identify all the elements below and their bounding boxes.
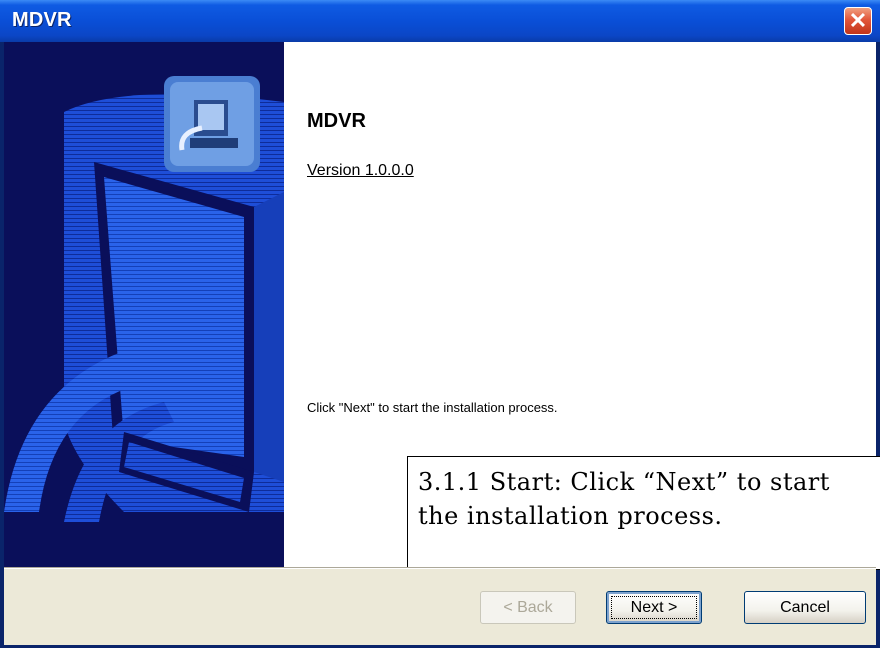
back-button-label: < Back xyxy=(503,599,553,616)
welcome-content: MDVR Version 1.0.0.0 Click "Next" to sta… xyxy=(284,42,880,570)
back-button[interactable]: < Back xyxy=(480,591,576,624)
instruction-text: Click "Next" to start the installation p… xyxy=(307,400,558,415)
title-bar[interactable]: MDVR ✕ xyxy=(0,0,880,42)
close-button[interactable]: ✕ xyxy=(844,7,872,35)
focus-outline xyxy=(611,596,697,619)
window-title: MDVR xyxy=(12,9,72,31)
app-name: MDVR xyxy=(307,110,366,132)
cancel-button-label: Cancel xyxy=(780,599,830,616)
next-button[interactable]: Next > xyxy=(606,591,702,624)
installer-window: MDVR ✕ MDVR Version 1.0.0.0 Click "Next"… xyxy=(0,0,880,648)
installer-banner-image xyxy=(4,42,284,568)
computer-install-artwork xyxy=(4,76,284,522)
button-bar: < Back Next > Cancel xyxy=(4,568,876,645)
cancel-button[interactable]: Cancel xyxy=(744,591,866,624)
close-icon: ✕ xyxy=(848,8,868,33)
annotation-box: 3.1.1 Start: Click “Next” to start the i… xyxy=(407,456,880,570)
version-label: Version 1.0.0.0 xyxy=(307,162,414,179)
